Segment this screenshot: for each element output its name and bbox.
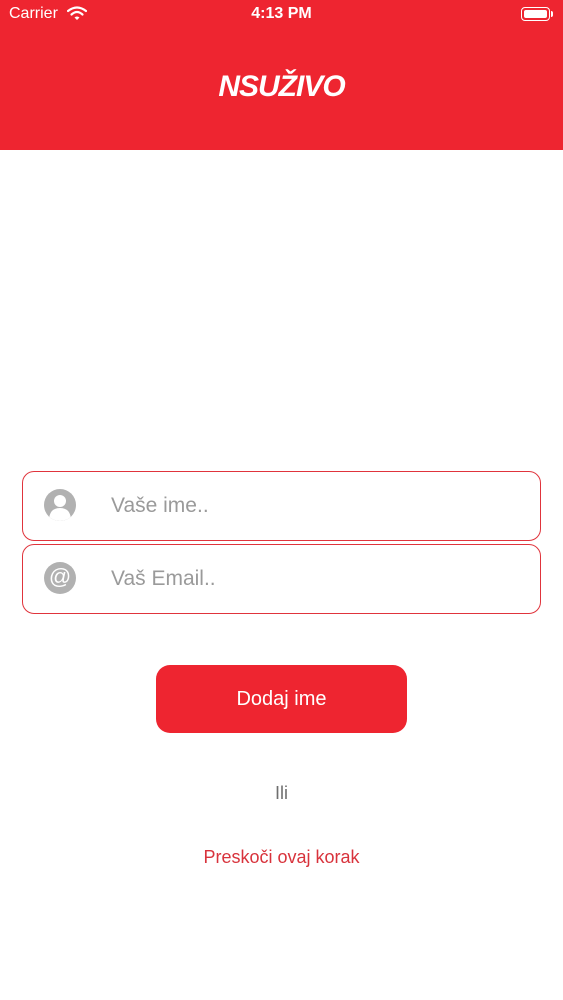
app-header: Carrier 4:13 PM NSUŽIVO — [0, 0, 563, 150]
user-icon — [44, 489, 76, 521]
email-field[interactable]: @ — [22, 544, 541, 614]
email-input[interactable] — [111, 559, 511, 599]
status-bar: Carrier 4:13 PM — [0, 0, 563, 30]
skip-step-link[interactable]: Preskoči ovaj korak — [0, 847, 563, 868]
name-field[interactable] — [22, 471, 541, 541]
or-separator: Ili — [275, 783, 288, 803]
clock: 4:13 PM — [251, 5, 312, 22]
name-input[interactable] — [111, 486, 511, 526]
app-logo: NSUŽIVO — [218, 70, 345, 103]
at-sign-icon: @ — [44, 562, 76, 594]
battery-icon — [521, 7, 553, 21]
add-name-button[interactable]: Dodaj ime — [156, 665, 407, 733]
